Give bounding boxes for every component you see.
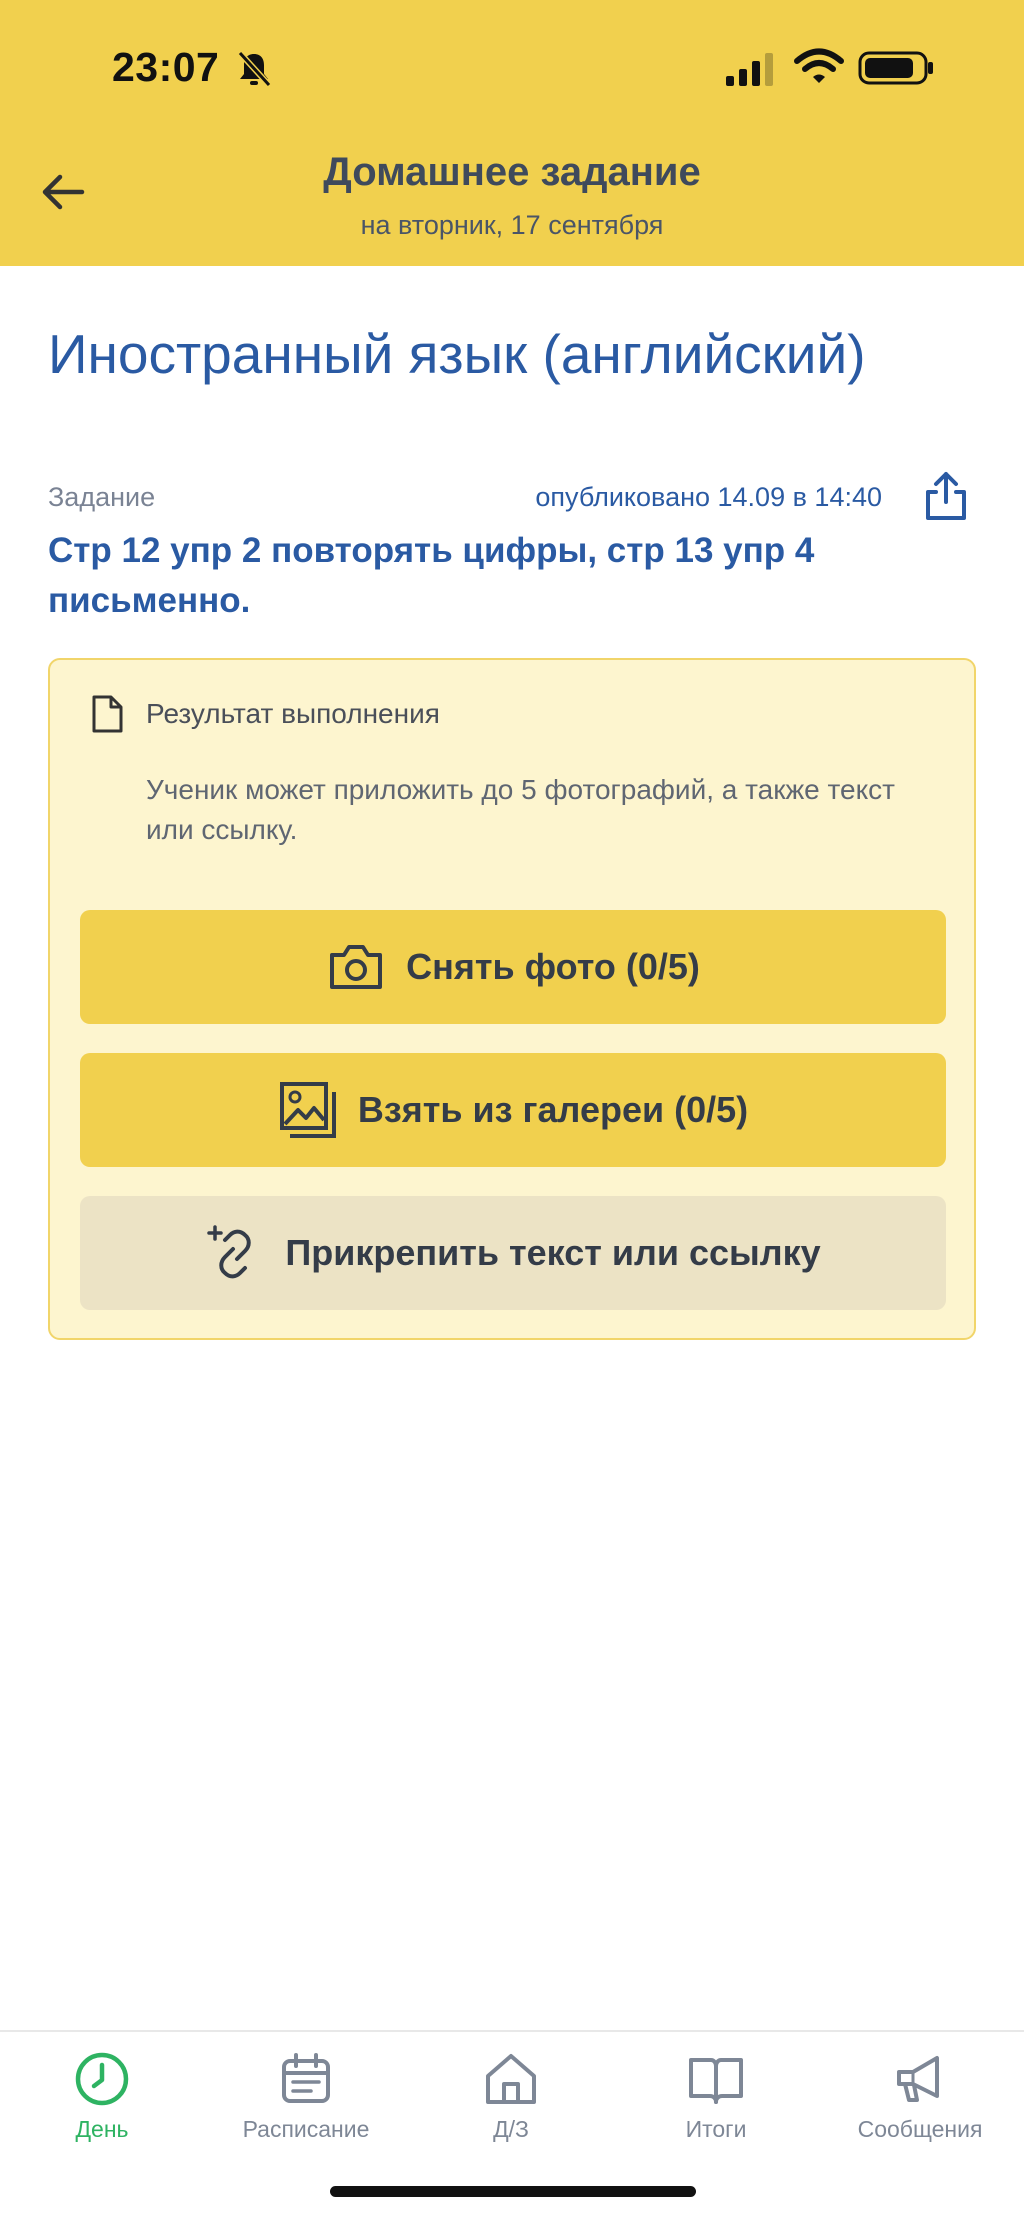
home-indicator bbox=[330, 2186, 696, 2197]
result-card: Результат выполнения Ученик может прилож… bbox=[48, 658, 976, 1340]
header-title: Домашнее задание bbox=[323, 150, 701, 194]
take-photo-button[interactable]: Снять фото (0/5) bbox=[80, 910, 946, 1024]
tab-messages[interactable]: Сообщения bbox=[830, 2050, 1010, 2160]
result-title: Результат выполнения bbox=[146, 698, 440, 729]
result-description: Ученик может приложить до 5 фотографий, … bbox=[146, 774, 895, 845]
home-icon bbox=[486, 2054, 536, 2104]
megaphone-icon bbox=[897, 2056, 939, 2102]
gallery-icon bbox=[279, 1082, 336, 1138]
subject-title: Иностранный язык (английский) bbox=[48, 323, 866, 385]
tab-day-label: День bbox=[75, 2116, 129, 2142]
published-date: опубликовано 14.09 в 14:40 bbox=[535, 482, 882, 512]
calendar-icon bbox=[282, 2053, 330, 2103]
gallery-label: Взять из галереи (0/5) bbox=[357, 1089, 749, 1130]
attach-link-button[interactable]: Прикрепить текст или ссылку bbox=[80, 1196, 946, 1310]
bell-slash-icon bbox=[237, 50, 272, 88]
tab-messages-label: Сообщения bbox=[857, 2116, 983, 2142]
header-subtitle: на вторник, 17 сентября bbox=[360, 210, 664, 240]
tab-schedule[interactable]: Расписание bbox=[216, 2050, 396, 2160]
app-header: 23:07 Домашнее задание на вторник, 17 се… bbox=[0, 0, 1024, 266]
task-label: Задание bbox=[48, 482, 156, 512]
clock-icon bbox=[75, 2052, 129, 2106]
link-add-icon bbox=[207, 1225, 252, 1279]
task-text: Стр 12 упр 2 повторять цифры, стр 13 упр… bbox=[48, 531, 815, 620]
gallery-button[interactable]: Взять из галереи (0/5) bbox=[80, 1053, 946, 1167]
tab-homework-label: Д/З bbox=[493, 2116, 529, 2142]
tab-results-label: Итоги bbox=[685, 2116, 747, 2142]
camera-icon bbox=[330, 945, 383, 989]
wifi-icon bbox=[794, 48, 844, 83]
document-icon bbox=[92, 695, 123, 733]
homework-screen: 23:07 Домашнее задание на вторник, 17 се… bbox=[0, 0, 1024, 2220]
share-icon[interactable] bbox=[920, 470, 972, 524]
tab-results[interactable]: Итоги bbox=[626, 2050, 806, 2160]
tab-schedule-label: Расписание bbox=[242, 2116, 370, 2142]
status-time: 23:07 bbox=[112, 44, 220, 90]
signal-icon bbox=[726, 53, 773, 86]
tab-day[interactable]: День bbox=[12, 2050, 192, 2160]
take-photo-label: Снять фото (0/5) bbox=[406, 946, 700, 987]
attach-link-label: Прикрепить текст или ссылку bbox=[285, 1232, 821, 1273]
tab-homework[interactable]: Д/З bbox=[421, 2050, 601, 2160]
book-icon bbox=[689, 2058, 743, 2104]
battery-icon bbox=[858, 51, 933, 85]
